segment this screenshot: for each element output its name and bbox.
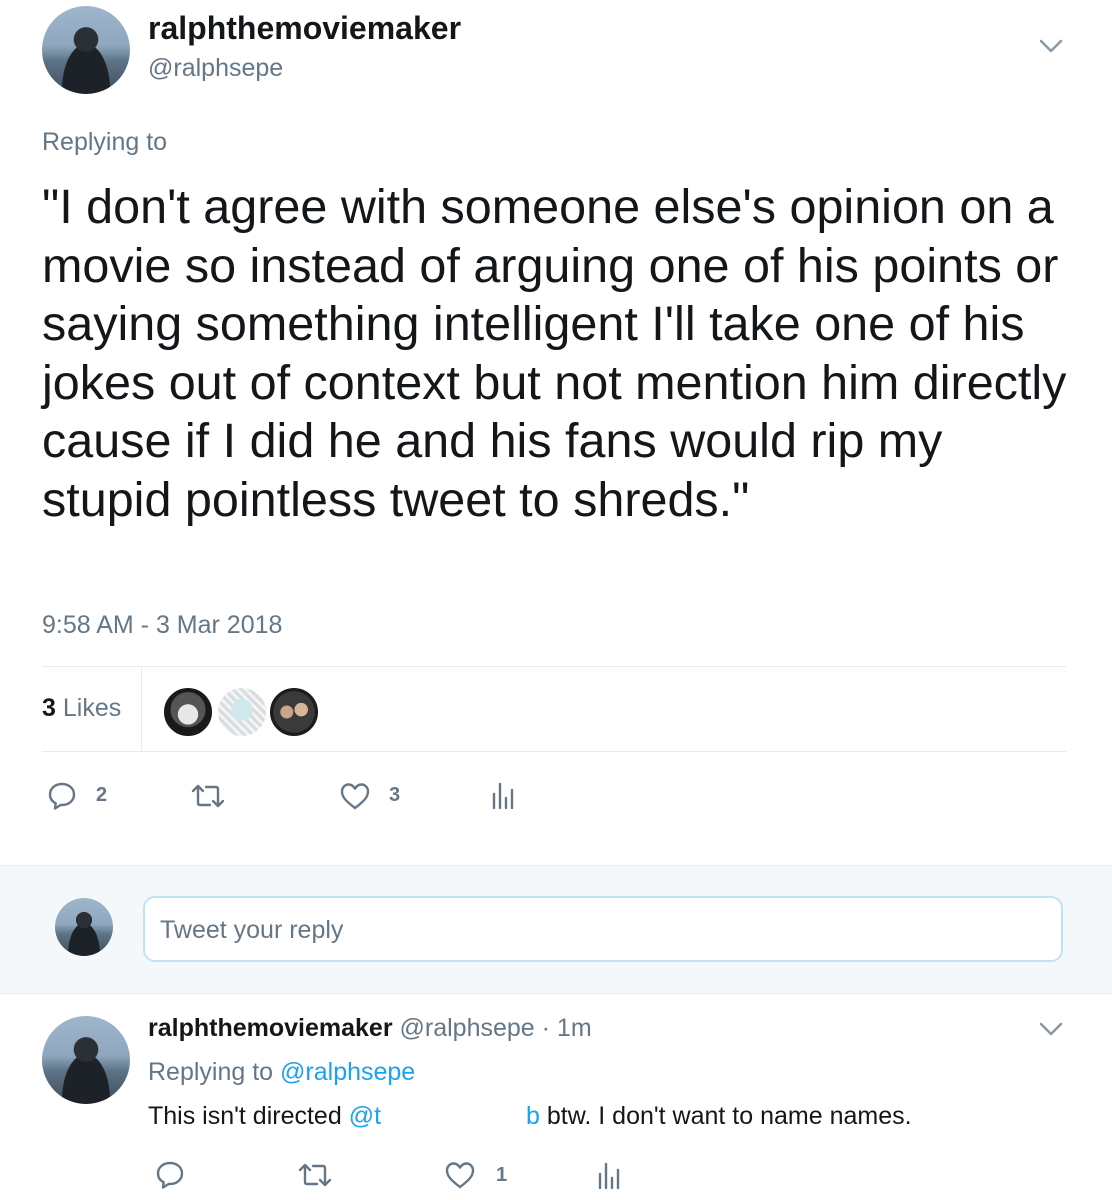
liker-avatar-3[interactable]: [268, 686, 320, 738]
reply-reply-icon[interactable]: [155, 1160, 185, 1190]
reply-mention-start[interactable]: @t: [349, 1102, 381, 1130]
reply-like-count: 1: [496, 1164, 508, 1186]
author-avatar[interactable]: [42, 6, 130, 94]
reply-icon[interactable]: [47, 781, 77, 811]
composer-avatar[interactable]: [55, 898, 113, 956]
reply-retweet-icon[interactable]: [297, 1162, 333, 1188]
reply-text-start: This isn't directed: [148, 1102, 342, 1130]
replying-to-label: Replying to: [42, 128, 168, 156]
likes-stat[interactable]: 3 Likes: [42, 694, 121, 723]
likes-label: Likes: [62, 694, 122, 722]
tweet-text: "I don't agree with someone else's opini…: [42, 180, 1067, 527]
author-handle[interactable]: @ralphsepe: [148, 54, 283, 83]
reply-replying-to: Replying to @ralphsepe: [148, 1058, 415, 1087]
reply-input-placeholder: Tweet your reply: [160, 916, 344, 944]
reply-text: This isn't directed @t: [148, 1102, 381, 1131]
reply-text-end: btw. I don't want to name names.: [546, 1102, 912, 1130]
tweet-timestamp[interactable]: 9:58 AM - 3 Mar 2018: [42, 611, 282, 640]
reply-replying-handle[interactable]: @ralphsepe: [280, 1058, 415, 1086]
liker-avatar-1[interactable]: [162, 686, 214, 738]
divider: [42, 666, 1066, 667]
retweet-icon[interactable]: [190, 783, 226, 809]
reply-input[interactable]: Tweet your reply: [143, 896, 1063, 962]
reply-like-icon[interactable]: [444, 1160, 476, 1190]
author-display-name[interactable]: ralphthemoviemaker: [148, 10, 461, 47]
reply-count: 2: [96, 784, 108, 806]
like-count: 3: [389, 784, 401, 806]
reply-analytics-icon[interactable]: [596, 1160, 620, 1190]
reply-handle[interactable]: @ralphsepe: [400, 1014, 535, 1042]
reply-time[interactable]: · 1m: [542, 1014, 592, 1042]
reply-chevron-down-icon[interactable]: [1038, 1019, 1064, 1039]
divider: [42, 751, 1066, 752]
liker-avatars: [162, 686, 322, 738]
reply-author-avatar[interactable]: [42, 1016, 130, 1104]
reply-header: ralphthemoviemaker @ralphsepe · 1m: [148, 1014, 592, 1043]
reply-display-name[interactable]: ralphthemoviemaker: [148, 1014, 393, 1042]
chevron-down-icon[interactable]: [1038, 36, 1064, 56]
reply-text-end-wrap: b btw. I don't want to name names.: [526, 1102, 912, 1131]
likes-divider: [141, 667, 142, 752]
analytics-icon[interactable]: [490, 780, 514, 810]
likes-count: 3: [42, 694, 56, 722]
liker-avatar-2[interactable]: [216, 686, 268, 738]
reply-replying-prefix: Replying to: [148, 1058, 274, 1086]
reply-mention-end[interactable]: b: [526, 1102, 540, 1130]
like-icon[interactable]: [339, 781, 371, 811]
